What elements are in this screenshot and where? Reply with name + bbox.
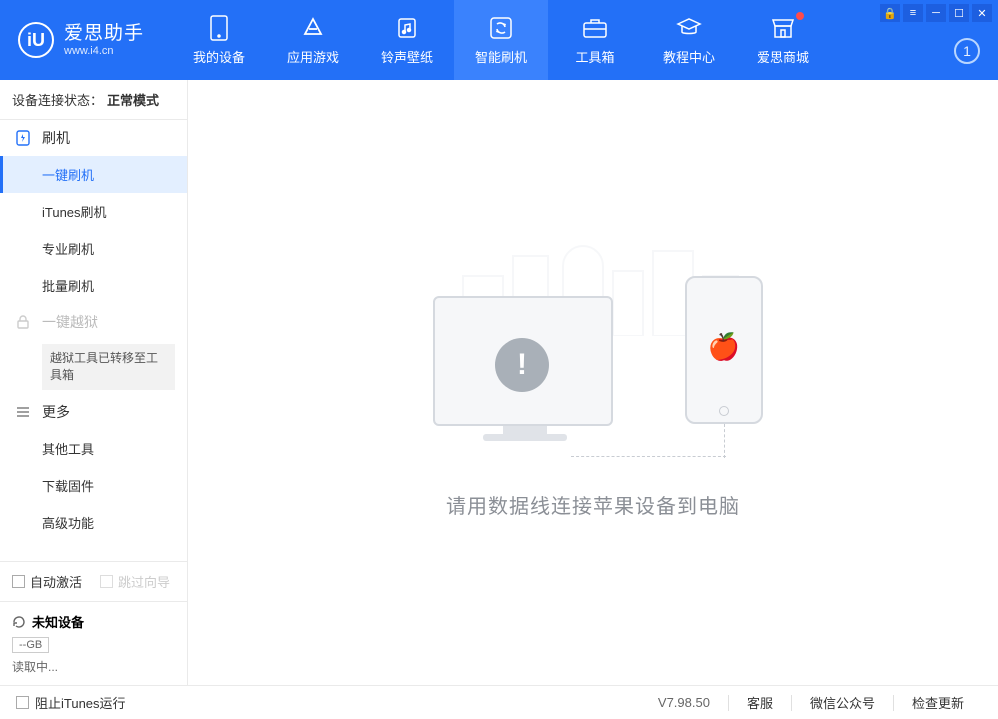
sidebar-item-pro-flash[interactable]: 专业刷机 [0, 230, 187, 267]
sidebar: 设备连接状态：正常模式 刷机 一键刷机 iTunes刷机 专业刷机 批量刷机 一… [0, 80, 188, 685]
notification-badge[interactable]: 1 [954, 38, 980, 64]
apple-logo-icon: 🍎 [708, 331, 740, 362]
tutorial-icon [676, 15, 702, 41]
checkbox-icon [12, 575, 25, 588]
version-label: V7.98.50 [658, 695, 728, 710]
nav-store[interactable]: 爱思商城 [736, 0, 830, 80]
minimize-button[interactable]: ─ [926, 4, 946, 22]
maximize-button[interactable]: ☐ [949, 4, 969, 22]
checkbox-icon [16, 696, 29, 709]
checkbox-skip-guide: 跳过向导 [100, 572, 170, 591]
device-name: 未知设备 [32, 612, 84, 631]
checkbox-icon [100, 575, 113, 588]
connection-status: 设备连接状态：正常模式 [0, 80, 187, 120]
checkbox-block-itunes[interactable]: 阻止iTunes运行 [16, 693, 126, 712]
sidebar-options: 自动激活 跳过向导 [0, 561, 187, 601]
window-controls: 🔒 ≡ ─ ☐ ✕ [880, 4, 992, 22]
footer-update[interactable]: 检查更新 [894, 693, 982, 712]
apps-icon [300, 15, 326, 41]
toolbox-icon [582, 15, 608, 41]
sidebar-item-batch-flash[interactable]: 批量刷机 [0, 267, 187, 304]
lock-button[interactable]: 🔒 [880, 4, 900, 22]
notification-dot-icon [796, 12, 804, 20]
nav-apps-games[interactable]: 应用游戏 [266, 0, 360, 80]
app-title: 爱思助手 [64, 23, 144, 45]
menu-button[interactable]: ≡ [903, 4, 923, 22]
ringtone-icon [394, 15, 420, 41]
main-content: ! 🍎 请用数据线连接苹果设备到电脑 [188, 80, 998, 685]
sidebar-item-itunes-flash[interactable]: iTunes刷机 [0, 193, 187, 230]
footer-support[interactable]: 客服 [729, 693, 791, 712]
sidebar-header-jailbreak: 一键越狱 [0, 304, 187, 340]
phone-icon [206, 15, 232, 41]
connection-prompt: 请用数据线连接苹果设备到电脑 [446, 490, 740, 519]
cable-icon [571, 456, 726, 457]
store-icon [770, 15, 796, 41]
logo-icon: iU [18, 22, 54, 58]
app-header: iU 爱思助手 www.i4.cn 我的设备 应用游戏 铃声壁纸 智能刷机 工具… [0, 0, 998, 80]
footer: 阻止iTunes运行 V7.98.50 客服 微信公众号 检查更新 [0, 685, 998, 719]
app-url: www.i4.cn [64, 45, 144, 58]
flash-icon [14, 130, 32, 146]
more-icon [14, 405, 32, 419]
minimize-icon: ─ [932, 7, 940, 19]
lock-icon: 🔒 [883, 7, 897, 20]
nav-smart-flash[interactable]: 智能刷机 [454, 0, 548, 80]
close-icon: ✕ [977, 7, 986, 20]
footer-wechat[interactable]: 微信公众号 [792, 693, 893, 712]
menu-icon: ≡ [910, 7, 916, 19]
device-reading-status: 读取中... [12, 658, 175, 675]
sidebar-header-flash[interactable]: 刷机 [0, 120, 187, 156]
nav-toolbox[interactable]: 工具箱 [548, 0, 642, 80]
refresh-device-icon[interactable] [12, 615, 26, 629]
main-nav: 我的设备 应用游戏 铃声壁纸 智能刷机 工具箱 教程中心 爱思商城 [172, 0, 830, 80]
logo-area[interactable]: iU 爱思助手 www.i4.cn [0, 22, 162, 58]
device-storage: --GB [12, 637, 49, 653]
sidebar-item-oneclick-flash[interactable]: 一键刷机 [0, 156, 187, 193]
warning-icon: ! [495, 338, 549, 392]
phone-illustration-icon: 🍎 [685, 276, 763, 424]
lock-icon [14, 315, 32, 329]
refresh-icon [488, 15, 514, 41]
close-button[interactable]: ✕ [972, 4, 992, 22]
sidebar-item-other-tools[interactable]: 其他工具 [0, 430, 187, 467]
sidebar-item-advanced[interactable]: 高级功能 [0, 504, 187, 541]
connection-illustration: ! 🍎 [423, 246, 763, 466]
nav-ringtones[interactable]: 铃声壁纸 [360, 0, 454, 80]
nav-tutorials[interactable]: 教程中心 [642, 0, 736, 80]
sidebar-item-download-firmware[interactable]: 下载固件 [0, 467, 187, 504]
jailbreak-note: 越狱工具已转移至工具箱 [42, 344, 175, 390]
checkbox-auto-activate[interactable]: 自动激活 [12, 572, 82, 591]
nav-my-device[interactable]: 我的设备 [172, 0, 266, 80]
sidebar-header-more[interactable]: 更多 [0, 394, 187, 430]
device-info: 未知设备 --GB 读取中... [0, 601, 187, 685]
maximize-icon: ☐ [954, 7, 964, 20]
